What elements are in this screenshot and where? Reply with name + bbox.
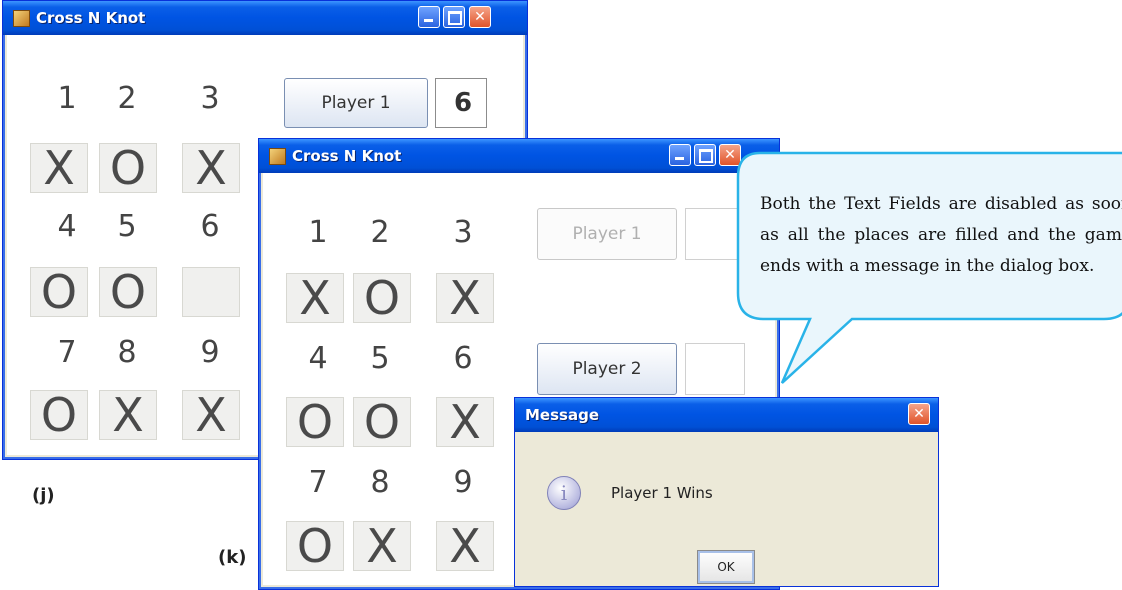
cell-9: X <box>436 521 494 571</box>
minimize-icon <box>670 145 690 165</box>
label-7: 7 <box>308 465 328 500</box>
label-5: 5 <box>370 341 390 376</box>
label-9: 9 <box>200 335 220 370</box>
caption-j: (j) <box>32 485 55 506</box>
label-1: 1 <box>57 81 77 116</box>
cell-5[interactable]: O <box>99 267 157 317</box>
cell-4: O <box>286 397 344 447</box>
player1-button[interactable]: Player 1 <box>284 78 428 128</box>
message-dialog: Message ✕ i Player 1 Wins OK <box>514 397 939 587</box>
cell-8[interactable]: X <box>99 390 157 440</box>
cell-6[interactable] <box>182 267 240 317</box>
dialog-titlebar[interactable]: Message ✕ <box>515 398 938 432</box>
label-6: 6 <box>200 209 220 244</box>
cell-6: X <box>436 397 494 447</box>
minimize-button[interactable] <box>669 144 691 166</box>
callout-text: Both the Text Fields are disabled as soo… <box>760 194 1122 276</box>
label-3: 3 <box>200 81 220 116</box>
label-4: 4 <box>308 341 328 376</box>
label-5: 5 <box>117 209 137 244</box>
java-app-icon <box>13 10 30 27</box>
cell-3[interactable]: X <box>182 143 240 193</box>
label-6: 6 <box>453 341 473 376</box>
window-title: Cross N Knot <box>36 9 146 27</box>
maximize-button[interactable] <box>443 6 465 28</box>
player1-textfield[interactable]: 6 <box>435 78 487 128</box>
close-icon: ✕ <box>913 406 925 422</box>
label-7: 7 <box>57 335 77 370</box>
close-button[interactable]: ✕ <box>469 6 491 28</box>
close-icon: ✕ <box>474 9 486 25</box>
info-icon: i <box>547 476 581 510</box>
cell-3: X <box>436 273 494 323</box>
dialog-title: Message <box>525 406 599 424</box>
close-button[interactable]: ✕ <box>908 403 930 425</box>
dialog-message: Player 1 Wins <box>611 484 713 502</box>
callout-bubble: Both the Text Fields are disabled as soo… <box>736 151 1122 384</box>
player1-button[interactable]: Player 1 <box>537 208 677 260</box>
titlebar-j[interactable]: Cross N Knot ✕ <box>3 1 527 35</box>
caption-k: (k) <box>218 547 247 568</box>
cell-1[interactable]: X <box>30 143 88 193</box>
label-2: 2 <box>117 81 137 116</box>
minimize-icon <box>419 7 439 27</box>
cell-9[interactable]: X <box>182 390 240 440</box>
minimize-button[interactable] <box>418 6 440 28</box>
cell-8: X <box>353 521 411 571</box>
ok-button[interactable]: OK <box>697 550 755 584</box>
java-app-icon <box>269 148 286 165</box>
window-title: Cross N Knot <box>292 147 402 165</box>
label-4: 4 <box>57 209 77 244</box>
label-2: 2 <box>370 215 390 250</box>
cell-4[interactable]: O <box>30 267 88 317</box>
player2-button[interactable]: Player 2 <box>537 343 677 395</box>
cell-7: O <box>286 521 344 571</box>
cell-2: O <box>353 273 411 323</box>
cell-7[interactable]: O <box>30 390 88 440</box>
maximize-icon <box>444 7 464 27</box>
label-8: 8 <box>370 465 390 500</box>
label-9: 9 <box>453 465 473 500</box>
label-3: 3 <box>453 215 473 250</box>
label-1: 1 <box>308 215 328 250</box>
cell-1: X <box>286 273 344 323</box>
label-8: 8 <box>117 335 137 370</box>
dialog-body: i Player 1 Wins OK <box>519 432 934 584</box>
cell-5: O <box>353 397 411 447</box>
cell-2[interactable]: O <box>99 143 157 193</box>
